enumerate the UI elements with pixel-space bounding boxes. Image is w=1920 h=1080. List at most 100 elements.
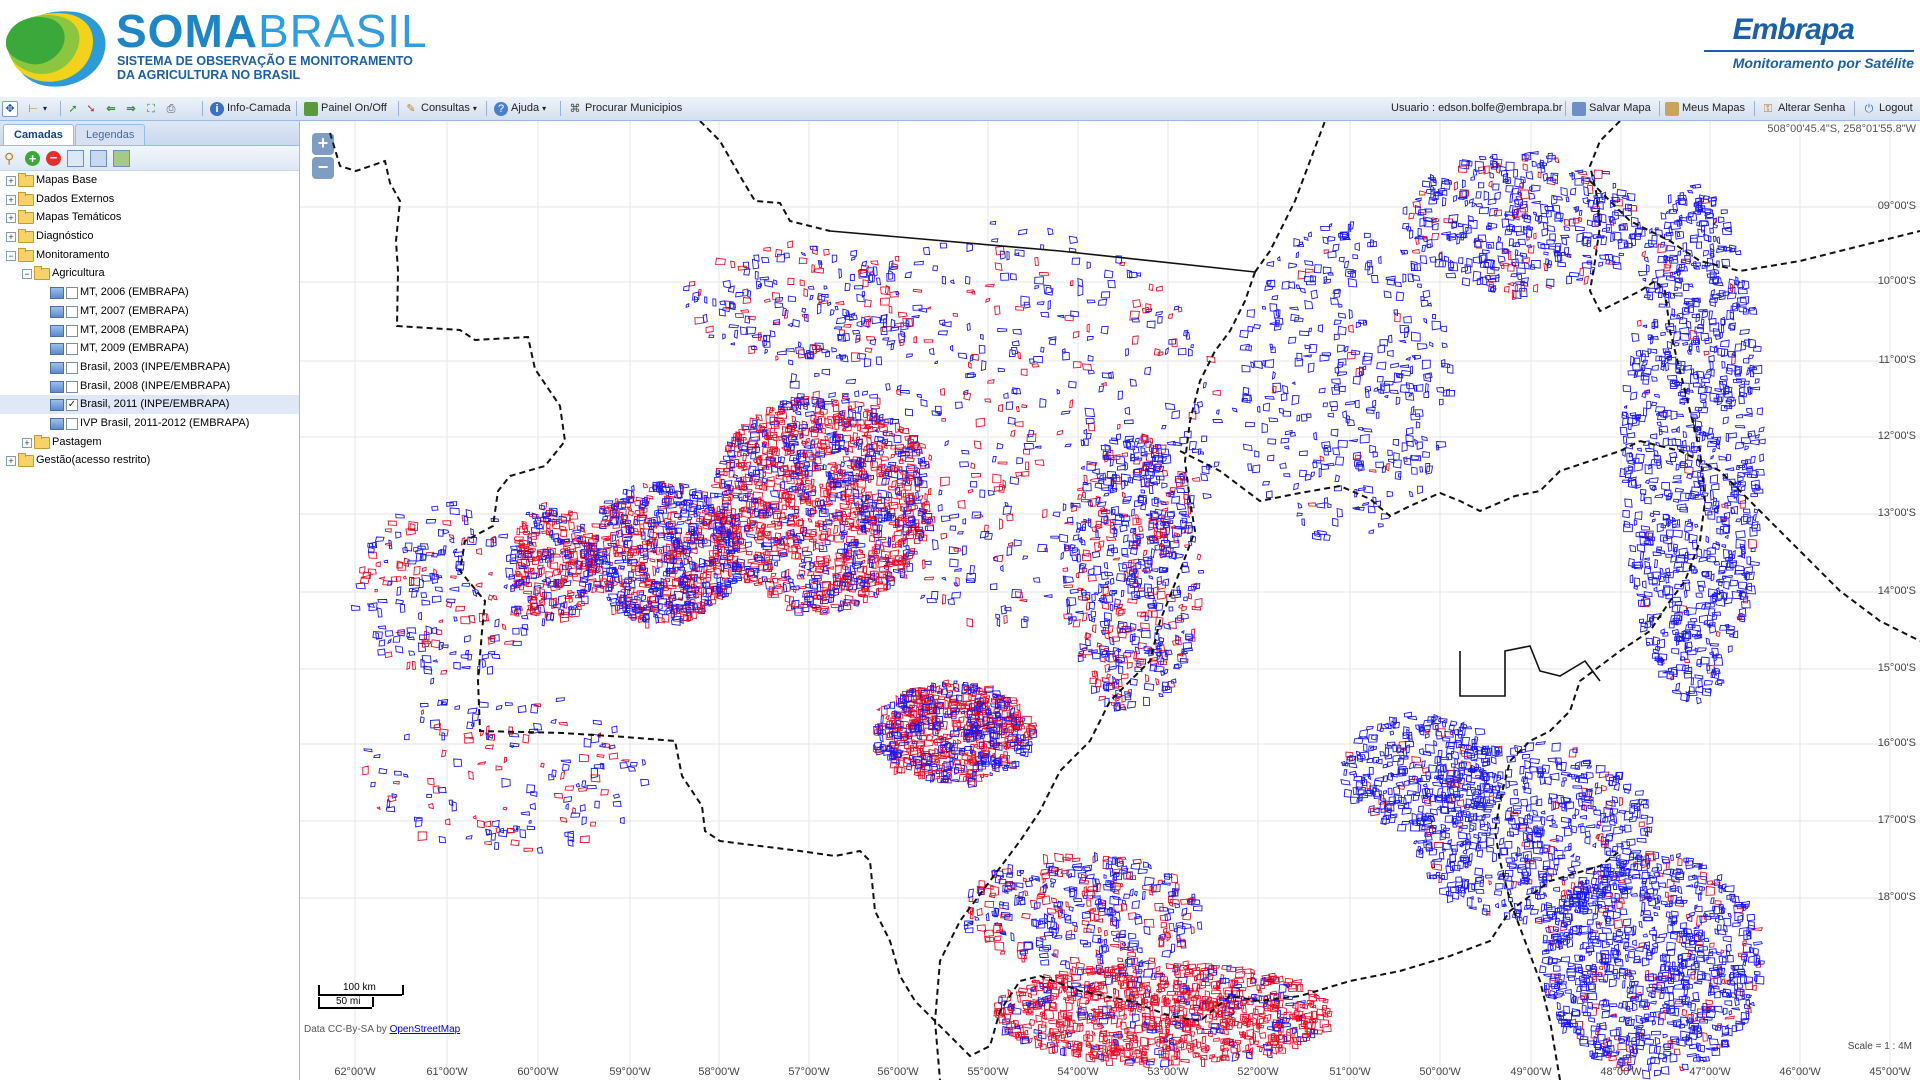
collapse-icon[interactable]: − bbox=[22, 269, 32, 280]
zoom-in-button[interactable]: + bbox=[312, 133, 334, 155]
tab-legendas[interactable]: Legendas bbox=[75, 124, 146, 145]
consultas-menu-button[interactable]: ✎ Consultas ▾ bbox=[404, 100, 477, 117]
latitude-label: 10°00'S bbox=[1877, 275, 1916, 287]
user-email: Usuario : edson.bolfe@embrapa.br bbox=[1391, 102, 1563, 114]
folder-icon bbox=[18, 191, 34, 206]
latitude-label: 14°00'S bbox=[1877, 585, 1916, 597]
layer-label: Brasil, 2008 (INPE/EMBRAPA) bbox=[80, 379, 231, 392]
history-forward-button[interactable]: ⇒ bbox=[124, 100, 138, 117]
folder-item[interactable]: + Dados Externos bbox=[0, 190, 299, 209]
layer-checkbox[interactable] bbox=[66, 343, 78, 356]
expand-icon[interactable]: + bbox=[22, 437, 32, 448]
measure-tool-button[interactable]: ⊢ ▾ bbox=[26, 100, 47, 117]
layer-item[interactable]: ✓ Brasil, 2011 (INPE/EMBRAPA) bbox=[0, 395, 299, 414]
layer-properties-icon[interactable] bbox=[90, 149, 107, 167]
logout-label: Logout bbox=[1879, 102, 1913, 114]
brand-bold: SOMA bbox=[116, 5, 258, 57]
layer-icon bbox=[50, 361, 64, 374]
boundary-line bbox=[1639, 440, 1920, 642]
expand-icon[interactable]: + bbox=[6, 176, 16, 186]
longitude-label: 50°00'W bbox=[1419, 1066, 1461, 1078]
layer-item[interactable]: IVP Brasil, 2011-2012 (EMBRAPA) bbox=[0, 414, 299, 433]
meus-mapas-button[interactable]: Meus Mapas bbox=[1665, 100, 1745, 117]
zoom-out-button[interactable]: − bbox=[312, 157, 334, 179]
layer-item[interactable]: Brasil, 2008 (INPE/EMBRAPA) bbox=[0, 377, 299, 396]
remove-layer-icon[interactable]: − bbox=[46, 150, 61, 166]
toolbar-separator bbox=[560, 101, 561, 116]
layer-checkbox[interactable] bbox=[66, 361, 78, 374]
layer-item[interactable]: MT, 2008 (EMBRAPA) bbox=[0, 321, 299, 340]
expand-icon[interactable]: + bbox=[6, 213, 16, 224]
folder-item[interactable]: + Pastagem bbox=[0, 433, 299, 452]
scale-km-label: 100 km bbox=[343, 982, 376, 993]
embrapa-name: Embrapa bbox=[1732, 13, 1855, 46]
print-button[interactable]: ⎙ bbox=[164, 100, 178, 117]
brand-subtitle-line1: SISTEMA DE OBSERVAÇÃO E MONITORAMENTO bbox=[117, 54, 413, 68]
toolbar-separator bbox=[1854, 101, 1855, 116]
layer-icon bbox=[50, 343, 64, 356]
layer-checkbox[interactable] bbox=[66, 324, 78, 337]
collapse-icon[interactable]: − bbox=[6, 250, 16, 261]
painel-toggle-button[interactable]: Painel On/Off bbox=[304, 100, 387, 117]
zoom-in-arrow-icon: ➚ bbox=[68, 102, 78, 115]
longitude-label: 60°00'W bbox=[517, 1066, 559, 1078]
layer-label: MT, 2009 (EMBRAPA) bbox=[80, 342, 189, 355]
brand-title: SOMABRASIL bbox=[116, 8, 428, 54]
alterar-senha-button[interactable]: ⚿ Alterar Senha bbox=[1761, 100, 1845, 117]
crop-polygon-cluster bbox=[351, 501, 530, 685]
folder-item[interactable]: + Mapas Base bbox=[0, 171, 299, 190]
folder-item[interactable]: − Monitoramento bbox=[0, 246, 299, 265]
zoom-extent-button[interactable]: ⛶ bbox=[144, 100, 158, 117]
layer-label: Brasil, 2003 (INPE/EMBRAPA) bbox=[80, 360, 231, 373]
layer-checkbox[interactable] bbox=[66, 305, 78, 318]
duplicate-layer-icon[interactable] bbox=[67, 149, 84, 167]
folder-item[interactable]: + Gestão(acesso restrito) bbox=[0, 451, 299, 470]
crop-polygon-cluster bbox=[1402, 150, 1646, 299]
boundary-line bbox=[1179, 440, 1641, 518]
layer-style-icon[interactable] bbox=[113, 149, 130, 167]
folder-item[interactable]: − Agricultura bbox=[0, 264, 299, 283]
info-camada-button[interactable]: i Info-Camada bbox=[210, 100, 291, 117]
layer-item[interactable]: Brasil, 2003 (INPE/EMBRAPA) bbox=[0, 358, 299, 377]
search-layer-icon[interactable]: ⚲ bbox=[4, 150, 19, 166]
map-view[interactable]: + − 508°00'45.4"S, 258°01'55.8"W 09°00'S… bbox=[300, 121, 1920, 1080]
layer-checkbox[interactable]: ✓ bbox=[66, 399, 78, 412]
toolbar-separator bbox=[1659, 101, 1660, 116]
coordinate-readout: 508°00'45.4"S, 258°01'55.8"W bbox=[1767, 123, 1916, 135]
main-toolbar: ✥ ⊢ ▾ ➚ ➘ ⇐ ⇒ ⛶ ⎙ i Info-Camada Painel On/… bbox=[0, 97, 1920, 121]
expand-icon[interactable]: + bbox=[6, 232, 16, 243]
tab-camadas[interactable]: Camadas bbox=[3, 124, 74, 145]
zoom-out-tool-button[interactable]: ➘ bbox=[84, 100, 98, 117]
salvar-mapa-button[interactable]: Salvar Mapa bbox=[1572, 100, 1651, 117]
longitude-label: 45°00'W bbox=[1869, 1066, 1911, 1078]
toolbar-separator bbox=[202, 101, 203, 116]
layer-checkbox[interactable] bbox=[66, 287, 78, 300]
layer-label: IVP Brasil, 2011-2012 (EMBRAPA) bbox=[80, 416, 250, 429]
history-back-button[interactable]: ⇐ bbox=[104, 100, 118, 117]
expand-icon[interactable]: + bbox=[6, 194, 16, 205]
layer-item[interactable]: MT, 2009 (EMBRAPA) bbox=[0, 339, 299, 358]
expand-icon[interactable]: + bbox=[6, 456, 16, 467]
arrow-left-icon: ⇐ bbox=[106, 102, 116, 115]
meus-mapas-label: Meus Mapas bbox=[1682, 102, 1745, 114]
layer-checkbox[interactable] bbox=[66, 380, 78, 393]
add-layer-icon[interactable]: + bbox=[25, 150, 40, 166]
longitude-label: 46°00'W bbox=[1779, 1066, 1821, 1078]
logout-button[interactable]: ⏻ Logout bbox=[1862, 100, 1913, 117]
folder-item[interactable]: + Diagnóstico bbox=[0, 227, 299, 246]
zoom-in-tool-button[interactable]: ➚ bbox=[66, 100, 80, 117]
tree-item-label: Pastagem bbox=[52, 435, 102, 448]
procurar-municipios-button[interactable]: ⌘ Procurar Municipios bbox=[568, 100, 683, 117]
tree-item-label: Diagnóstico bbox=[36, 230, 94, 243]
folder-item[interactable]: + Mapas Temáticos bbox=[0, 208, 299, 227]
layer-item[interactable]: MT, 2006 (EMBRAPA) bbox=[0, 283, 299, 302]
tree-item-label: Agricultura bbox=[52, 267, 105, 280]
layer-label: MT, 2007 (EMBRAPA) bbox=[80, 304, 189, 317]
layer-checkbox[interactable] bbox=[66, 417, 78, 430]
boundary-line bbox=[1254, 121, 1326, 273]
ajuda-menu-button[interactable]: ? Ajuda ▾ bbox=[494, 100, 546, 117]
map-canvas[interactable] bbox=[300, 121, 1920, 1080]
openstreetmap-link[interactable]: OpenStreetMap bbox=[390, 1024, 461, 1035]
layer-item[interactable]: MT, 2007 (EMBRAPA) bbox=[0, 302, 299, 321]
pan-tool-button[interactable]: ✥ bbox=[2, 100, 18, 117]
